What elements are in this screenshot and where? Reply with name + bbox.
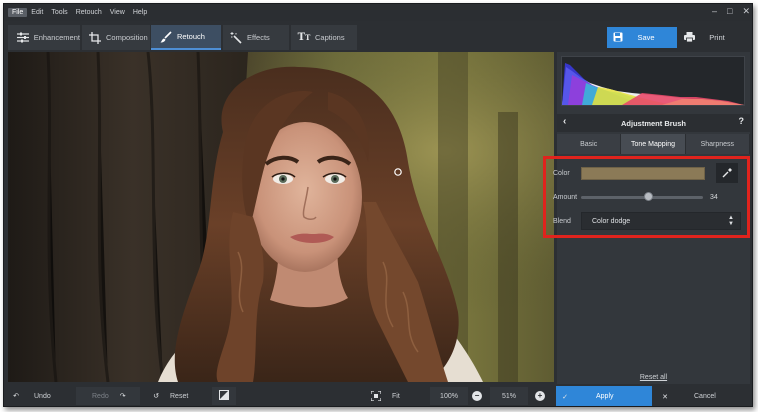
save-label: Save xyxy=(637,33,655,42)
reset-all-link[interactable]: Reset all xyxy=(557,374,750,381)
sliders-icon xyxy=(16,31,30,45)
panel-header: ‹ Adjustment Brush ? xyxy=(557,114,750,132)
app-window: File Edit Tools Retouch View Help – □ ✕ … xyxy=(3,3,753,407)
subtab-sharpness[interactable]: Sharpness xyxy=(685,134,750,154)
fit-button[interactable]: Fit xyxy=(370,387,424,405)
zoom-value[interactable]: 51% xyxy=(490,387,528,405)
redo-button[interactable]: Redo ↷ xyxy=(76,387,140,405)
menu-tools[interactable]: Tools xyxy=(47,8,71,17)
text-tt-icon: TT xyxy=(297,32,311,43)
magic-wand-icon xyxy=(229,31,243,45)
subtab-basic[interactable]: Basic xyxy=(557,134,622,154)
compare-icon xyxy=(219,390,229,402)
printer-icon xyxy=(679,31,699,44)
blend-label: Blend xyxy=(553,217,571,225)
menu-view[interactable]: View xyxy=(106,8,129,17)
tab-effects[interactable]: Effects xyxy=(223,25,289,50)
color-swatch[interactable] xyxy=(581,166,705,180)
redo-arrow-icon: ↷ xyxy=(119,393,126,400)
print-button[interactable]: Print xyxy=(679,27,749,48)
crop-icon xyxy=(88,31,102,45)
tab-retouch[interactable]: Retouch xyxy=(151,25,221,50)
color-label: Color xyxy=(553,169,570,177)
histogram xyxy=(561,56,745,106)
fit-screen-icon xyxy=(370,391,382,401)
tab-effects-label: Effects xyxy=(247,33,270,42)
cancel-label: Cancel xyxy=(694,393,716,400)
tab-captions[interactable]: TT Captions xyxy=(291,25,357,50)
check-icon: ✓ xyxy=(562,393,568,401)
amount-slider-knob[interactable] xyxy=(643,191,653,201)
photo-canvas[interactable] xyxy=(8,52,554,382)
undo-label: Undo xyxy=(34,392,51,400)
compare-button[interactable] xyxy=(212,387,236,405)
minus-icon: − xyxy=(472,391,482,401)
tab-enhancement[interactable]: Enhancement xyxy=(8,25,80,50)
print-label: Print xyxy=(709,33,725,42)
zoom-100-button[interactable]: 100% xyxy=(430,387,468,405)
plus-icon: + xyxy=(535,391,545,401)
amount-label: Amount xyxy=(553,193,578,201)
tab-composition-label: Composition xyxy=(106,33,148,42)
apply-label: Apply xyxy=(596,393,614,400)
zoom-in-button[interactable]: + xyxy=(533,387,547,405)
select-arrows-icon: ▲ ▼ xyxy=(728,215,734,227)
zoom-out-button[interactable]: − xyxy=(470,387,484,405)
blend-row: Blend Color dodge ▲ ▼ xyxy=(553,211,743,231)
menu-file[interactable]: File xyxy=(8,8,28,17)
amount-value: 34 xyxy=(710,193,718,201)
window-controls: – □ ✕ xyxy=(712,6,750,17)
menubar: File Edit Tools Retouch View Help – □ ✕ xyxy=(4,4,752,21)
close-icon: ✕ xyxy=(662,393,668,401)
redo-label: Redo xyxy=(92,392,109,400)
tab-captions-label: Captions xyxy=(315,33,345,42)
close-window-button[interactable]: ✕ xyxy=(742,6,750,17)
tab-retouch-label: Retouch xyxy=(177,32,205,41)
menu-help[interactable]: Help xyxy=(129,8,151,17)
back-chevron-icon[interactable]: ‹ xyxy=(563,116,566,127)
portrait-photo xyxy=(8,52,554,382)
blend-select[interactable]: Color dodge ▲ ▼ xyxy=(581,212,741,230)
tone-mapping-controls: Color Amount 34 Blend Color dodge ▲ ▼ xyxy=(543,156,750,238)
tab-enhancement-label: Enhancement xyxy=(33,33,80,42)
subtabs: Basic Tone Mapping Sharpness xyxy=(557,134,750,154)
reset-label: Reset xyxy=(170,392,189,400)
fit-label: Fit xyxy=(392,392,400,400)
right-panel: ‹ Adjustment Brush ? Basic Tone Mapping … xyxy=(543,52,750,384)
menu-edit[interactable]: Edit xyxy=(27,8,47,17)
subtab-tone-mapping[interactable]: Tone Mapping xyxy=(621,134,686,154)
amount-row: Amount 34 xyxy=(553,187,743,207)
floppy-disk-icon xyxy=(607,32,629,44)
amount-slider[interactable] xyxy=(581,191,703,201)
tab-composition[interactable]: Composition xyxy=(82,25,150,50)
minimize-button[interactable]: – xyxy=(712,6,717,17)
bottom-bar: ↶ Undo Redo ↷ ↺ Reset Fit 100% − 51% + ✓… xyxy=(4,384,752,406)
undo-button[interactable]: ↶ Undo xyxy=(10,387,74,405)
brush-icon xyxy=(159,30,173,44)
panel-title: Adjustment Brush xyxy=(620,118,686,128)
help-icon[interactable]: ? xyxy=(739,116,745,126)
save-button[interactable]: Save xyxy=(607,27,677,48)
menu-retouch[interactable]: Retouch xyxy=(72,8,106,17)
cancel-button[interactable]: ✕ Cancel xyxy=(656,386,750,406)
reset-button[interactable]: ↺ Reset xyxy=(150,387,210,405)
reset-icon: ↺ xyxy=(153,393,159,400)
eyedropper-icon[interactable] xyxy=(716,163,738,183)
maximize-button[interactable]: □ xyxy=(727,6,732,17)
apply-button[interactable]: ✓ Apply xyxy=(556,386,652,406)
blend-value: Color dodge xyxy=(592,217,631,225)
undo-arrow-icon: ↶ xyxy=(13,393,19,400)
color-row: Color xyxy=(553,163,743,183)
